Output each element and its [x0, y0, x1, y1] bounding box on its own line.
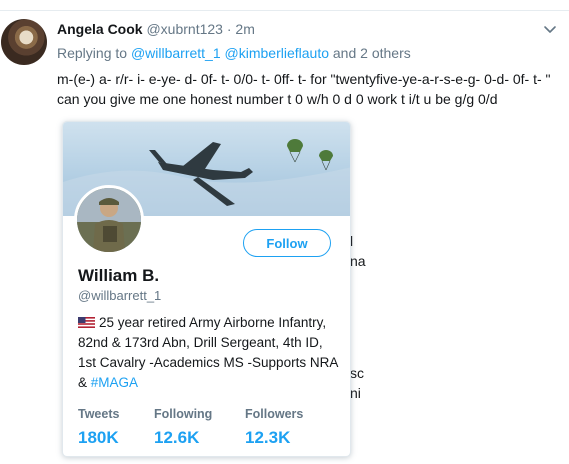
background-text-fragment: na	[350, 253, 366, 269]
stat-value: 12.3K	[245, 428, 291, 447]
profile-bio: 25 year retired Army Airborne Infantry, …	[78, 313, 343, 393]
reply-context: Replying to @willbarrett_1 @kimberliefla…	[57, 45, 411, 61]
reply-suffix[interactable]: and 2 others	[333, 45, 411, 61]
separator-dot: ·	[226, 21, 232, 37]
tweet-header: Angela Cook @xubrnt123 · 2m	[57, 21, 255, 37]
stat-tweets[interactable]: Tweets 180K	[78, 407, 119, 448]
stat-following[interactable]: Following 12.6K	[154, 407, 212, 448]
us-flag-icon	[78, 314, 95, 328]
background-text-fragment: sc	[350, 365, 364, 381]
stat-label: Tweets	[78, 407, 120, 421]
divider	[0, 10, 569, 11]
mention-willbarrett[interactable]: @willbarrett_1	[131, 45, 221, 61]
stat-value: 180K	[78, 428, 119, 447]
profile-stats: Tweets 180K Following 12.6K Followers 12…	[78, 407, 343, 451]
stat-label: Following	[154, 407, 213, 421]
follow-button[interactable]: Follow	[243, 229, 331, 257]
profile-handle[interactable]: @willbarrett_1	[78, 288, 161, 303]
stat-followers[interactable]: Followers 12.3K	[245, 407, 303, 448]
profile-avatar[interactable]	[74, 185, 144, 255]
profile-name[interactable]: William B.	[78, 266, 159, 286]
stat-value: 12.6K	[154, 428, 200, 447]
mention-kimberlieflauto[interactable]: @kimberlieflauto	[225, 45, 329, 61]
author-handle[interactable]: @xubrnt123	[146, 21, 222, 37]
author-avatar[interactable]	[1, 19, 47, 65]
tweet-text: m-(e-) a- r/r- i- e-ye- d- 0f- t- 0/0- t…	[57, 71, 551, 107]
background-text-fragment: ni	[350, 385, 361, 401]
hashtag-link[interactable]: #MAGA	[91, 375, 138, 390]
reply-prefix: Replying to	[57, 45, 128, 61]
chevron-down-icon[interactable]	[541, 20, 559, 38]
author-name[interactable]: Angela Cook	[57, 21, 143, 37]
tweet-timestamp[interactable]: 2m	[235, 21, 254, 37]
stat-label: Followers	[245, 407, 304, 421]
tweet-page: Angela Cook @xubrnt123 · 2m Replying to …	[0, 0, 569, 464]
profile-hover-card: Follow William B. @willbarrett_1 25 year…	[62, 121, 351, 457]
